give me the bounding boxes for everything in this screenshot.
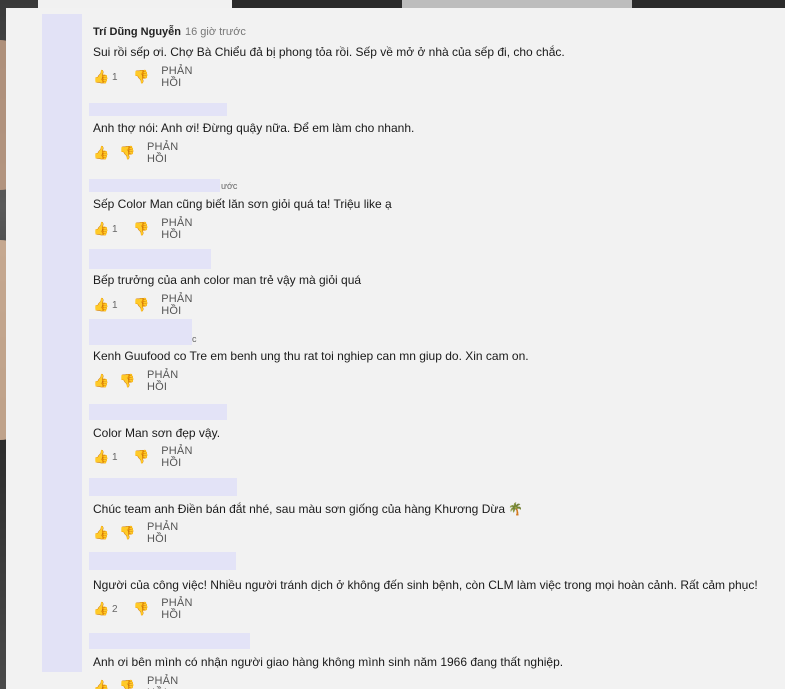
reply-button[interactable]: PHẢN HỒI <box>161 445 197 469</box>
thumbs-up-icon[interactable]: 👍 <box>93 680 109 689</box>
comment-text: Anh thợ nói: Anh ơi! Đừng quậy nữa. Để e… <box>93 121 415 135</box>
comment-actions: 👍 👎 PHẢN HỒI <box>93 675 178 689</box>
comment-actions: 👍 1 👎 PHẢN HỒI <box>93 445 197 469</box>
comments-screenshot: Trí Dũng Nguyễn 16 giờ trước Sui rồi sếp … <box>0 0 785 689</box>
like-count: 1 <box>112 71 118 83</box>
reply-button[interactable]: PHẢN HỒI <box>147 675 178 689</box>
comment-text: Chúc team anh Điền bán đắt nhé, sau màu … <box>93 502 524 516</box>
reply-button[interactable]: PHẢN HỒI <box>161 65 197 89</box>
comment-actions: 👍 1 👎 PHẢN HỒI <box>93 217 197 241</box>
thumbs-down-icon[interactable]: 👎 <box>119 146 135 160</box>
redacted-author <box>89 319 192 345</box>
thumbs-up-icon[interactable]: 👍 <box>93 70 109 84</box>
comment-actions: 👍 2 👎 PHẢN HỒI <box>93 597 197 621</box>
thumbs-down-icon[interactable]: 👎 <box>133 602 149 616</box>
redacted-author <box>89 103 227 116</box>
thumbs-up-icon[interactable]: 👍 <box>93 374 109 388</box>
redacted-author <box>89 404 227 420</box>
comment-text: Bếp trưởng của anh color man trẻ vậy mà … <box>93 273 362 287</box>
thumbs-down-icon[interactable]: 👎 <box>133 450 149 464</box>
comment-actions: 👍 1 👎 PHẢN HỒI <box>93 293 197 317</box>
comment-actions: 👍 👎 PHẢN HỒI <box>93 369 178 393</box>
thumbs-up-icon[interactable]: 👍 <box>93 526 109 540</box>
comment-text: Sui rồi sếp ơi. Chợ Bà Chiểu đả bị phong… <box>93 45 565 59</box>
reply-button[interactable]: PHẢN HỒI <box>147 521 178 545</box>
redacted-avatar-column <box>42 14 82 672</box>
reply-button[interactable]: PHẢN HỒI <box>161 597 197 621</box>
reply-button[interactable]: PHẢN HỒI <box>161 293 197 317</box>
thumbs-down-icon[interactable]: 👎 <box>133 222 149 236</box>
redacted-author <box>89 552 236 570</box>
reply-button[interactable]: PHẢN HỒI <box>147 369 178 393</box>
thumbs-down-icon[interactable]: 👎 <box>133 298 149 312</box>
comment-text: Sếp Color Man cũng biết lăn sơn giỏi quá… <box>93 197 392 211</box>
thumbs-up-icon[interactable]: 👍 <box>93 222 109 236</box>
comment-time[interactable]: c <box>192 334 197 344</box>
thumbs-down-icon[interactable]: 👎 <box>119 374 135 388</box>
comment-time[interactable]: ước <box>221 181 237 191</box>
comment-text: Color Man sơn đẹp vậy. <box>93 426 221 440</box>
like-count: 1 <box>112 451 118 463</box>
thumbs-up-icon[interactable]: 👍 <box>93 602 109 616</box>
like-count: 2 <box>112 603 118 615</box>
thumbs-down-icon[interactable]: 👎 <box>119 526 135 540</box>
thumbs-up-icon[interactable]: 👍 <box>93 146 109 160</box>
thumbs-down-icon[interactable]: 👎 <box>119 680 135 689</box>
comment-text: Kenh Guufood co Tre em benh ung thu rat … <box>93 349 529 363</box>
like-count: 1 <box>112 299 118 311</box>
thumbs-down-icon[interactable]: 👎 <box>133 70 149 84</box>
video-background-top <box>232 0 785 8</box>
comment-time[interactable]: 16 giờ trước <box>185 26 246 38</box>
reply-button[interactable]: PHẢN HỒI <box>147 141 178 165</box>
like-count: 1 <box>112 223 118 235</box>
thumbs-up-icon[interactable]: 👍 <box>93 450 109 464</box>
thumbs-up-icon[interactable]: 👍 <box>93 298 109 312</box>
comment-text: Người của công việc! Nhiều người tránh d… <box>93 578 758 592</box>
comment-text: Anh ơi bên mình có nhận người giao hàng … <box>93 655 564 669</box>
reply-button[interactable]: PHẢN HỒI <box>161 217 197 241</box>
redacted-author <box>89 478 237 496</box>
redacted-author <box>89 633 250 649</box>
redacted-author <box>89 179 220 192</box>
comment-author[interactable]: Trí Dũng Nguyễn 16 giờ trước <box>93 26 246 38</box>
comment-actions: 👍 👎 PHẢN HỒI <box>93 521 178 545</box>
comment-actions: 👍 👎 PHẢN HỒI <box>93 141 178 165</box>
redacted-author <box>89 249 211 269</box>
comment-actions: 👍 1 👎 PHẢN HỒI <box>93 65 197 89</box>
